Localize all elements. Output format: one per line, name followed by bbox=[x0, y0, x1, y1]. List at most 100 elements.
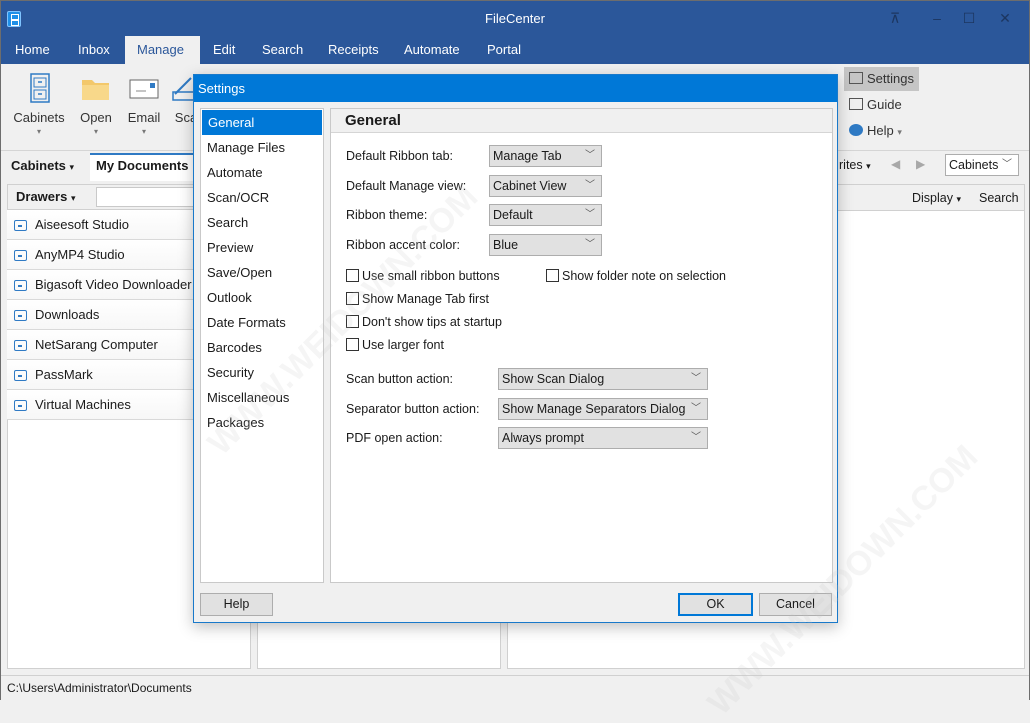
use-small-ribbon-buttons-checkbox[interactable]: Use small ribbon buttons bbox=[346, 269, 500, 283]
tab-edit[interactable]: Edit bbox=[201, 36, 247, 64]
drawers-dropdown[interactable]: Drawers ▾ bbox=[16, 189, 75, 204]
chevron-down-icon: ▾ bbox=[897, 127, 902, 137]
cabinets-button[interactable]: Cabinets ▾ bbox=[13, 72, 65, 136]
chevron-down-icon: ▾ bbox=[866, 161, 871, 171]
status-bar: C:\Users\Administrator\Documents bbox=[1, 675, 1029, 700]
tab-manage[interactable]: Manage bbox=[125, 36, 200, 64]
select-value: Show Scan Dialog bbox=[502, 372, 605, 386]
current-path: C:\Users\Administrator\Documents bbox=[7, 681, 192, 695]
checkbox-box[interactable] bbox=[346, 269, 359, 282]
checkbox-box[interactable] bbox=[346, 292, 359, 305]
category-automate[interactable]: Automate bbox=[201, 160, 323, 185]
ribbon-accent-color-select[interactable]: Blue ﹀ bbox=[489, 234, 602, 256]
open-label: Open bbox=[80, 110, 112, 125]
minimize-button[interactable]: – bbox=[927, 9, 947, 27]
tab-my-documents[interactable]: My Documents bbox=[90, 153, 195, 181]
display-dropdown[interactable]: Display ▾ bbox=[912, 191, 961, 205]
tab-search[interactable]: Search bbox=[250, 36, 315, 64]
category-search[interactable]: Search bbox=[201, 210, 323, 235]
tab-receipts[interactable]: Receipts bbox=[316, 36, 391, 64]
dialog-title: Settings bbox=[194, 75, 837, 102]
tab-automate[interactable]: Automate bbox=[392, 36, 472, 64]
back-arrow-icon[interactable]: ◀ bbox=[891, 157, 900, 171]
category-security[interactable]: Security bbox=[201, 360, 323, 385]
filecenter-window: FileCenter ⊼ – ☐ ✕ Home Inbox Manage Edi… bbox=[0, 0, 1030, 722]
category-scan-ocr[interactable]: Scan/OCR bbox=[201, 185, 323, 210]
category-packages[interactable]: Packages bbox=[201, 410, 323, 435]
category-outlook[interactable]: Outlook bbox=[201, 285, 323, 310]
scan-button-action-select[interactable]: Show Scan Dialog ﹀ bbox=[498, 368, 708, 390]
help-button[interactable]: Help bbox=[200, 593, 273, 616]
forward-arrow-icon[interactable]: ▶ bbox=[916, 157, 925, 171]
search-button[interactable]: Search bbox=[979, 191, 1019, 205]
select-value: Default bbox=[493, 208, 533, 222]
cabinets-select[interactable]: Cabinets ﹀ bbox=[945, 154, 1019, 176]
ribbon-theme-select[interactable]: Default ﹀ bbox=[489, 204, 602, 226]
tab-inbox[interactable]: Inbox bbox=[66, 36, 122, 64]
chevron-down-icon: ﹀ bbox=[1002, 159, 1012, 170]
drawer-icon bbox=[14, 340, 27, 351]
field-label: PDF open action: bbox=[346, 431, 443, 445]
drawer-label: Virtual Machines bbox=[35, 397, 131, 412]
show-manage-tab-first-checkbox[interactable]: Show Manage Tab first bbox=[346, 292, 489, 306]
title-bar: FileCenter ⊼ – ☐ ✕ bbox=[1, 1, 1029, 36]
guide-button[interactable]: Guide bbox=[844, 93, 919, 117]
field-label: Ribbon accent color: bbox=[346, 238, 460, 252]
category-manage-files[interactable]: Manage Files bbox=[201, 135, 323, 160]
drawer-label: Downloads bbox=[35, 307, 100, 322]
select-value: Cabinet View bbox=[493, 179, 567, 193]
dont-show-tips-checkbox[interactable]: Don't show tips at startup bbox=[346, 315, 502, 329]
field-label: Scan button action: bbox=[346, 372, 454, 386]
drawer-icon bbox=[14, 400, 27, 411]
help-ribbon-button[interactable]: Help ▾ bbox=[844, 119, 919, 143]
checkbox-box[interactable] bbox=[346, 315, 359, 328]
category-barcodes[interactable]: Barcodes bbox=[201, 335, 323, 360]
field-label: Ribbon theme: bbox=[346, 208, 428, 222]
category-miscellaneous[interactable]: Miscellaneous bbox=[201, 385, 323, 410]
chevron-down-icon: ▾ bbox=[69, 162, 75, 172]
settings-button[interactable]: Settings bbox=[844, 67, 919, 91]
open-button[interactable]: Open ▾ bbox=[77, 72, 115, 136]
default-manage-view-select[interactable]: Cabinet View ﹀ bbox=[489, 175, 602, 197]
category-date-formats[interactable]: Date Formats bbox=[201, 310, 323, 335]
drawers-label: Drawers bbox=[16, 189, 68, 204]
guide-label: Guide bbox=[867, 97, 902, 112]
restore-to-tray-icon[interactable]: ⊼ bbox=[885, 9, 905, 27]
select-value: Manage Tab bbox=[493, 149, 562, 163]
favorites-dropdown[interactable]: rites ▾ bbox=[839, 158, 871, 172]
cancel-button[interactable]: Cancel bbox=[759, 593, 832, 616]
cabinet-icon bbox=[23, 72, 55, 104]
maximize-button[interactable]: ☐ bbox=[959, 9, 979, 27]
use-larger-font-checkbox[interactable]: Use larger font bbox=[346, 338, 444, 352]
settings-dialog: Settings General Manage Files Automate S… bbox=[193, 74, 838, 623]
tab-home[interactable]: Home bbox=[3, 36, 62, 64]
checkbox-box[interactable] bbox=[546, 269, 559, 282]
display-label: Display bbox=[912, 191, 953, 205]
show-folder-note-checkbox[interactable]: Show folder note on selection bbox=[546, 269, 726, 283]
drawer-label: AnyMP4 Studio bbox=[35, 247, 125, 262]
default-ribbon-tab-select[interactable]: Manage Tab ﹀ bbox=[489, 145, 602, 167]
field-label: Separator button action: bbox=[346, 402, 480, 416]
pdf-open-action-select[interactable]: Always prompt ﹀ bbox=[498, 427, 708, 449]
category-general[interactable]: General bbox=[202, 110, 322, 135]
checkbox-label: Show Manage Tab first bbox=[362, 292, 489, 306]
chevron-down-icon: ﹀ bbox=[691, 432, 701, 443]
chevron-down-icon: ﹀ bbox=[691, 403, 701, 414]
favorites-label: rites bbox=[839, 158, 863, 172]
drawer-label: Aiseesoft Studio bbox=[35, 217, 129, 232]
ok-button[interactable]: OK bbox=[678, 593, 753, 616]
folder-icon bbox=[80, 72, 112, 104]
category-save-open[interactable]: Save/Open bbox=[201, 260, 323, 285]
email-button[interactable]: Email ▾ bbox=[125, 72, 163, 136]
drawer-label: Bigasoft Video Downloader Pro bbox=[35, 277, 216, 292]
checkbox-label: Use larger font bbox=[362, 338, 444, 352]
drawer-label: NetSarang Computer bbox=[35, 337, 158, 352]
settings-category-list: General Manage Files Automate Scan/OCR S… bbox=[200, 108, 324, 583]
close-button[interactable]: ✕ bbox=[995, 9, 1015, 27]
separator-button-action-select[interactable]: Show Manage Separators Dialog ﹀ bbox=[498, 398, 708, 420]
settings-content: General Default Ribbon tab: Manage Tab ﹀ … bbox=[330, 108, 833, 583]
checkbox-box[interactable] bbox=[346, 338, 359, 351]
category-preview[interactable]: Preview bbox=[201, 235, 323, 260]
tab-portal[interactable]: Portal bbox=[475, 36, 533, 64]
cabinets-dropdown[interactable]: Cabinets ▾ bbox=[11, 158, 74, 173]
